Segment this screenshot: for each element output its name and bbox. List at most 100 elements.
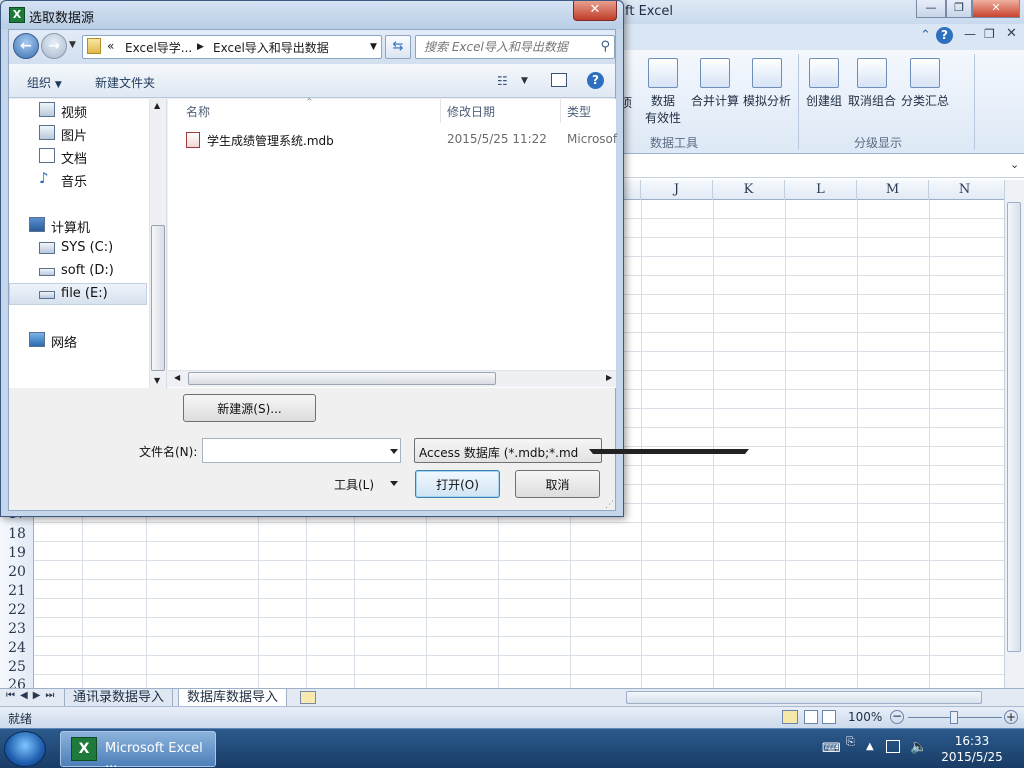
address-bar[interactable]: « Excel导学... ▶ Excel导入和导出数据 ▼ <box>82 35 382 59</box>
ungroup-button[interactable]: 取消组合 <box>846 58 898 109</box>
preview-pane-icon[interactable] <box>551 73 567 87</box>
file-row[interactable]: 学生成绩管理系统.mdb 2015/5/25 11:22 Microsof <box>182 129 617 151</box>
data-validity-button[interactable]: 数据 有效性 <box>640 58 686 126</box>
column-header[interactable]: N <box>928 180 1000 200</box>
volume-icon[interactable]: 🔈 <box>910 739 927 755</box>
row-header[interactable]: 20 <box>0 563 34 582</box>
breadcrumb-parent[interactable]: Excel导学... <box>125 39 192 56</box>
ribbon-close-icon[interactable]: ✕ <box>1006 26 1017 41</box>
cancel-button[interactable]: 取消 <box>515 470 600 498</box>
column-type-header[interactable]: 类型 <box>567 103 591 120</box>
forward-button[interactable]: → <box>41 33 67 59</box>
help-icon[interactable]: ? <box>936 27 953 44</box>
address-dropdown-icon[interactable]: ▼ <box>370 42 377 52</box>
row-header[interactable]: 21 <box>0 582 34 601</box>
filetype-dropdown-icon[interactable] <box>589 449 749 454</box>
keyboard-icon[interactable]: ⌨ <box>822 741 841 756</box>
vertical-scrollbar[interactable] <box>1004 180 1024 688</box>
back-button[interactable]: ← <box>13 33 39 59</box>
row-header[interactable]: 18 <box>0 525 34 544</box>
filename-input[interactable] <box>207 440 377 461</box>
taskbar-excel-button[interactable]: X Microsoft Excel ... <box>60 731 216 771</box>
nav-item-network[interactable]: 网络 <box>9 329 147 351</box>
file-list-hscrollbar[interactable]: ◀ ▶ <box>168 370 616 387</box>
page-layout-icon[interactable] <box>804 710 818 724</box>
nav-item-drive-c[interactable]: SYS (C:) <box>9 237 147 259</box>
search-icon[interactable]: ⚲ <box>600 39 610 54</box>
filename-field[interactable] <box>202 438 401 463</box>
nav-item-drive-d[interactable]: soft (D:) <box>9 260 147 282</box>
row-header[interactable]: 24 <box>0 639 34 658</box>
filename-history-dropdown-icon[interactable] <box>390 449 398 454</box>
scroll-down-icon[interactable]: ▼ <box>154 376 160 385</box>
column-header[interactable]: L <box>784 180 856 200</box>
column-header[interactable]: K <box>712 180 784 200</box>
formula-bar[interactable]: ⌄ <box>620 156 1024 178</box>
column-divider[interactable] <box>440 99 441 123</box>
zoom-level[interactable]: 100% <box>848 710 882 724</box>
nav-item-music[interactable]: ♪ 音乐 <box>9 168 147 190</box>
nav-item-documents[interactable]: 文档 <box>9 145 147 167</box>
column-divider[interactable] <box>560 99 561 123</box>
nav-item-pictures[interactable]: 图片 <box>9 122 147 144</box>
row-header[interactable]: 19 <box>0 544 34 563</box>
breadcrumb-current[interactable]: Excel导入和导出数据 <box>213 39 329 56</box>
nav-pane-scrollbar[interactable]: ▲ ▼ <box>149 99 166 388</box>
tray-expand-icon[interactable]: ▲ <box>866 741 874 752</box>
nav-item-computer[interactable]: 计算机 <box>9 214 147 236</box>
row-header[interactable]: 22 <box>0 601 34 620</box>
nav-item-videos[interactable]: 视频 <box>9 99 147 121</box>
restore-button[interactable]: ❐ <box>946 0 972 18</box>
normal-view-icon[interactable] <box>782 710 798 724</box>
row-header[interactable]: 23 <box>0 620 34 639</box>
horizontal-scroll-thumb[interactable] <box>626 691 982 704</box>
collapse-ribbon-icon[interactable]: ⌃ <box>920 28 931 43</box>
page-break-icon[interactable] <box>822 710 836 724</box>
column-header[interactable]: M <box>856 180 928 200</box>
excel-close-button[interactable]: ✕ <box>972 0 1020 18</box>
file-list-scroll-thumb[interactable] <box>188 372 496 385</box>
breadcrumb-overflow[interactable]: « <box>107 39 114 53</box>
search-box[interactable]: ⚲ <box>415 35 615 59</box>
view-dropdown-icon[interactable]: ▼ <box>521 76 528 86</box>
scroll-up-icon[interactable]: ▲ <box>154 101 160 110</box>
group-button[interactable]: 创建组 <box>804 58 844 109</box>
new-source-button[interactable]: 新建源(S)... <box>183 394 316 422</box>
search-input[interactable] <box>424 37 604 57</box>
tools-menu[interactable]: 工具(L) <box>334 476 398 493</box>
zoom-out-icon[interactable]: − <box>890 710 904 724</box>
what-if-button[interactable]: 模拟分析 <box>742 58 792 109</box>
column-modified-header[interactable]: 修改日期 <box>447 103 495 120</box>
open-button[interactable]: 打开(O) <box>415 470 500 498</box>
zoom-slider-thumb[interactable] <box>950 711 958 724</box>
view-options-icon[interactable]: ☷ <box>497 74 508 88</box>
row-header[interactable]: 25 <box>0 658 34 677</box>
nav-scroll-thumb[interactable] <box>151 225 165 371</box>
subtotal-button[interactable]: 分类汇总 <box>900 58 950 109</box>
column-header[interactable]: J <box>640 180 712 200</box>
refresh-button[interactable]: ⇆ <box>385 35 411 59</box>
column-name-header[interactable]: 名称 <box>186 103 210 120</box>
scroll-thumb[interactable] <box>1007 202 1021 652</box>
organize-menu[interactable]: 组织 ▼ <box>27 74 62 91</box>
zoom-in-icon[interactable]: + <box>1004 710 1018 724</box>
sheet-tab-database[interactable]: 数据库数据导入 <box>178 689 288 707</box>
language-icon[interactable]: ⎘ <box>846 735 855 749</box>
minimize-button[interactable]: — <box>916 0 946 18</box>
ribbon-restore-icon[interactable]: ❐ <box>984 27 995 41</box>
scroll-left-icon[interactable]: ◀ <box>174 373 180 382</box>
help-icon[interactable]: ? <box>587 72 604 89</box>
new-folder-button[interactable]: 新建文件夹 <box>95 74 155 91</box>
sheet-tab-contacts[interactable]: 通讯录数据导入 <box>64 689 174 707</box>
scroll-right-icon[interactable]: ▶ <box>606 373 612 382</box>
filetype-select[interactable]: Access 数据库 (*.mdb;*.mde;* <box>414 438 749 463</box>
sheet-nav-arrows-icon[interactable]: ⏮◀▶⏭ <box>6 690 59 701</box>
ribbon-minimize-icon[interactable]: — <box>964 27 976 41</box>
consolidate-button[interactable]: 合并计算 <box>690 58 740 109</box>
nav-item-drive-e[interactable]: file (E:) <box>9 283 147 305</box>
expand-formula-icon[interactable]: ⌄ <box>1010 158 1019 171</box>
dialog-titlebar[interactable]: X 选取数据源 ✕ <box>1 1 623 29</box>
dialog-close-button[interactable]: ✕ <box>573 1 617 21</box>
resize-grip-icon[interactable]: ⋰ <box>605 500 614 510</box>
insert-sheet-icon[interactable] <box>300 691 316 704</box>
